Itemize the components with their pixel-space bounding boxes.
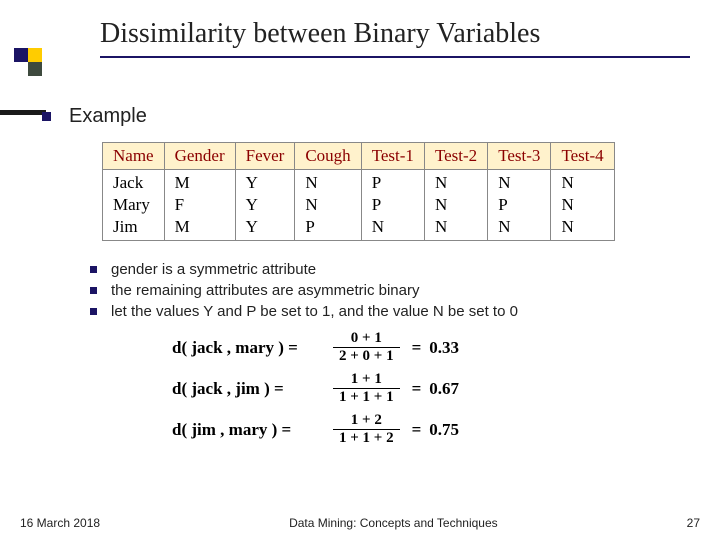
table-cell: MFM [164, 170, 235, 241]
equals-sign: = [412, 420, 422, 440]
example-table: Name Gender Fever Cough Test-1 Test-2 Te… [102, 142, 615, 241]
sub-bullet-text: gender is a symmetric attribute [111, 261, 316, 278]
table-header: Test-3 [488, 143, 551, 170]
sub-bullet-text: let the values Y and P be set to 1, and … [111, 303, 518, 320]
equation-fraction: 1 + 11 + 1 + 1 [333, 371, 400, 406]
table-header-row: Name Gender Fever Cough Test-1 Test-2 Te… [103, 143, 615, 170]
bullet-icon [90, 287, 97, 294]
table-cell: NNP [295, 170, 361, 241]
title-underline [100, 56, 690, 58]
footer-date: 16 March 2018 [20, 516, 100, 530]
equation-fraction: 0 + 12 + 0 + 1 [333, 330, 400, 365]
table-cell: PPN [361, 170, 424, 241]
table-header: Gender [164, 143, 235, 170]
equation-denominator: 1 + 1 + 2 [333, 429, 400, 447]
table-cell: YYY [235, 170, 295, 241]
equation-lhs: d( jim , mary ) = [172, 420, 327, 440]
slide-logo [0, 48, 60, 76]
bullet-icon [90, 308, 97, 315]
equals-sign: = [412, 379, 422, 399]
footer-title: Data Mining: Concepts and Techniques [100, 516, 687, 530]
table-cell: NNN [551, 170, 614, 241]
table-row: JackMaryJimMFMYYYNNPPPNNNNNPNNNN [103, 170, 615, 241]
table-cell: JackMaryJim [103, 170, 165, 241]
main-bullet: Example [42, 105, 690, 128]
equation-result: 0.33 [429, 338, 459, 358]
equation-lhs: d( jack , jim ) = [172, 379, 327, 399]
table-header: Cough [295, 143, 361, 170]
table-cell: NPN [488, 170, 551, 241]
sub-bullet: let the values Y and P be set to 1, and … [90, 303, 690, 320]
equation-fraction: 1 + 21 + 1 + 2 [333, 412, 400, 447]
footer-page-number: 27 [687, 516, 700, 530]
equation-numerator: 1 + 2 [345, 412, 388, 429]
table-header: Test-2 [424, 143, 487, 170]
table-header: Fever [235, 143, 295, 170]
equation-result: 0.67 [429, 379, 459, 399]
equation-result: 0.75 [429, 420, 459, 440]
bullet-icon [42, 112, 51, 121]
sub-bullet: gender is a symmetric attribute [90, 261, 690, 278]
equation-row: d( jack , mary ) = 0 + 12 + 0 + 1 = 0.33 [172, 330, 690, 365]
equation-numerator: 1 + 1 [345, 371, 388, 388]
sub-bullet-text: the remaining attributes are asymmetric … [111, 282, 419, 299]
logo-square-yellow [28, 48, 42, 62]
logo-bar [0, 110, 46, 115]
sub-bullet: the remaining attributes are asymmetric … [90, 282, 690, 299]
logo-square-grey [28, 62, 42, 76]
main-bullet-text: Example [69, 105, 147, 128]
distance-equations: d( jack , mary ) =0 + 12 + 0 + 1=0.33d( … [172, 330, 690, 447]
equation-numerator: 0 + 1 [345, 330, 388, 347]
equation-row: d( jack , jim ) = 1 + 11 + 1 + 1 = 0.67 [172, 371, 690, 406]
table-cell: NNN [424, 170, 487, 241]
equation-denominator: 1 + 1 + 1 [333, 388, 400, 406]
equation-lhs: d( jack , mary ) = [172, 338, 327, 358]
bullet-icon [90, 266, 97, 273]
equals-sign: = [412, 338, 422, 358]
slide-title: Dissimilarity between Binary Variables [100, 18, 690, 50]
equation-denominator: 2 + 0 + 1 [333, 347, 400, 365]
table-header: Name [103, 143, 165, 170]
table-header: Test-4 [551, 143, 614, 170]
equation-row: d( jim , mary ) = 1 + 21 + 1 + 2 = 0.75 [172, 412, 690, 447]
table-header: Test-1 [361, 143, 424, 170]
logo-square-navy [14, 48, 28, 62]
